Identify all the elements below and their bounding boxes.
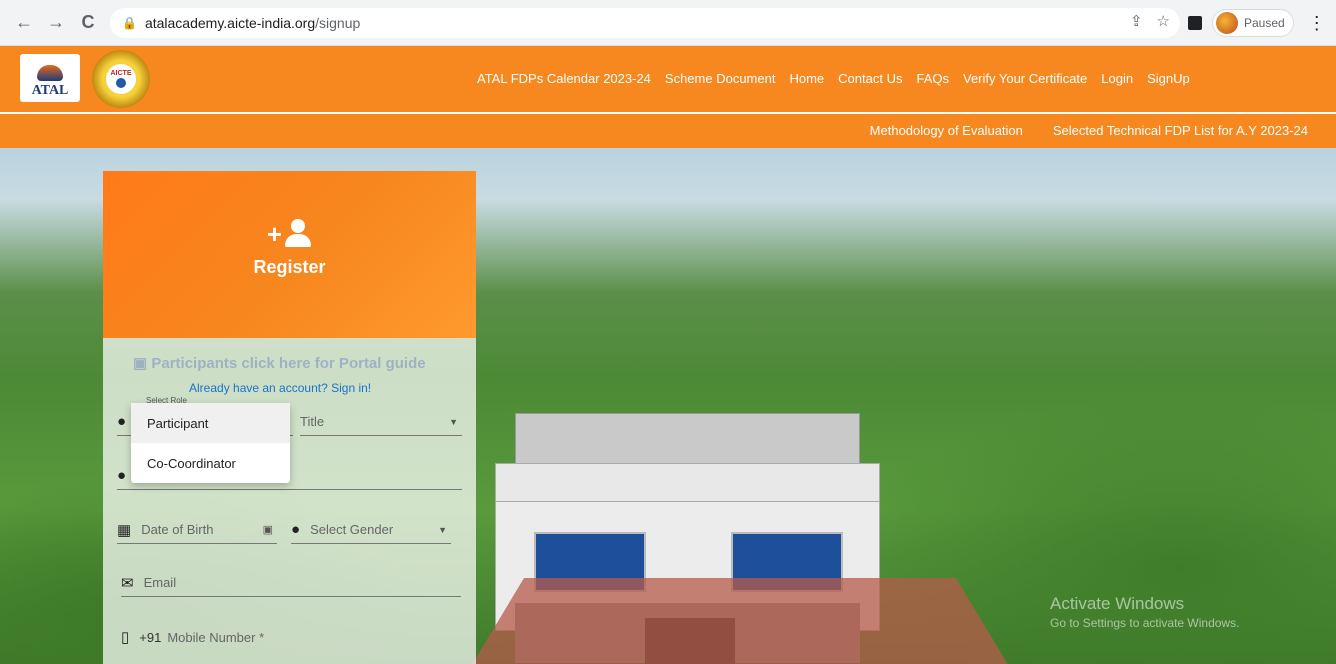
country-code: +91 — [139, 629, 162, 645]
role-option-participant[interactable]: Participant — [131, 403, 290, 443]
nav-fdp-calendar[interactable]: ATAL FDPs Calendar 2023-24 — [477, 71, 651, 86]
gender-placeholder: Select Gender — [310, 522, 394, 537]
role-dropdown-menu: Participant Co-Coordinator — [131, 403, 290, 483]
aicte-seal: AICTE — [92, 50, 150, 108]
title-placeholder: Title — [300, 414, 325, 429]
portal-guide-link[interactable]: ▣ Participants click here for Portal gui… — [133, 354, 426, 372]
nav-login[interactable]: Login — [1101, 71, 1133, 86]
mobile-placeholder: Mobile Number * — [167, 629, 265, 645]
chevron-down-icon: ▼ — [438, 524, 447, 535]
sub-header: Methodology of Evaluation Selected Techn… — [0, 114, 1336, 148]
back-icon[interactable]: ← — [10, 9, 38, 37]
nav-faqs[interactable]: FAQs — [916, 71, 949, 86]
flame-icon — [37, 65, 63, 81]
mail-icon: ✉ — [121, 574, 134, 592]
plaza — [470, 578, 1010, 664]
role-option-co-coordinator[interactable]: Co-Coordinator — [131, 443, 290, 483]
mobile-field[interactable]: ▯ +91 Mobile Number * — [121, 623, 461, 651]
reload-icon[interactable]: C — [74, 9, 102, 37]
chevron-down-icon: ▼ — [449, 416, 458, 427]
side-panel-icon[interactable] — [1188, 16, 1202, 30]
person-icon: ● — [117, 467, 127, 484]
add-user-icon: + — [267, 219, 312, 247]
email-field[interactable]: ✉ Email — [121, 569, 461, 597]
document-icon: ▣ — [133, 355, 148, 372]
role-icon: ● — [117, 413, 127, 430]
url-text: atalacademy.aicte-india.org/signup — [144, 15, 361, 31]
forward-icon[interactable]: → — [42, 9, 70, 37]
calendar-icon: ▦ — [117, 521, 132, 539]
share-icon[interactable]: ⇪ — [1130, 12, 1143, 30]
profile-button[interactable]: Paused — [1212, 9, 1294, 37]
dob-placeholder: Date of Birth — [141, 522, 214, 537]
gender-select[interactable]: ● Select Gender ▼ — [291, 516, 451, 544]
lock-icon: 🔒 — [122, 16, 137, 30]
nav-home[interactable]: Home — [789, 71, 824, 86]
sub-nav: Methodology of Evaluation Selected Techn… — [870, 123, 1308, 138]
register-header: + Register — [103, 171, 476, 338]
atal-logo[interactable]: ATAL — [20, 54, 80, 102]
avatar — [1216, 12, 1238, 34]
email-placeholder: Email — [143, 575, 177, 590]
title-select[interactable]: Title ▼ — [300, 408, 462, 436]
address-bar[interactable]: 🔒 atalacademy.aicte-india.org/signup ⇪ ☆ — [110, 8, 1180, 38]
nav-contact-us[interactable]: Contact Us — [838, 71, 902, 86]
bookmark-star-icon[interactable]: ☆ — [1157, 12, 1170, 30]
main-nav: ATAL FDPs Calendar 2023-24 Scheme Docume… — [477, 71, 1190, 86]
nav-selected-fdp-list[interactable]: Selected Technical FDP List for A.Y 2023… — [1053, 123, 1308, 138]
profile-status: Paused — [1244, 16, 1285, 30]
register-title: Register — [253, 257, 326, 277]
date-picker-icon[interactable]: ▣ — [263, 523, 273, 536]
site-header: ATAL AICTE ATAL FDPs Calendar 2023-24 Sc… — [0, 46, 1336, 112]
menu-kebab-icon[interactable]: ⋮ — [1308, 13, 1326, 34]
signin-link[interactable]: Already have an account? Sign in! — [189, 381, 371, 395]
nav-signup[interactable]: SignUp — [1147, 71, 1190, 86]
phone-icon: ▯ — [121, 629, 130, 646]
person-icon: ● — [291, 521, 301, 538]
nav-scheme-document[interactable]: Scheme Document — [665, 71, 776, 86]
dob-field[interactable]: ▦ Date of Birth ▣ — [117, 516, 277, 544]
windows-watermark: Activate Windows Go to Settings to activ… — [1050, 594, 1240, 630]
nav-verify-certificate[interactable]: Verify Your Certificate — [963, 71, 1087, 86]
nav-methodology[interactable]: Methodology of Evaluation — [870, 123, 1023, 138]
